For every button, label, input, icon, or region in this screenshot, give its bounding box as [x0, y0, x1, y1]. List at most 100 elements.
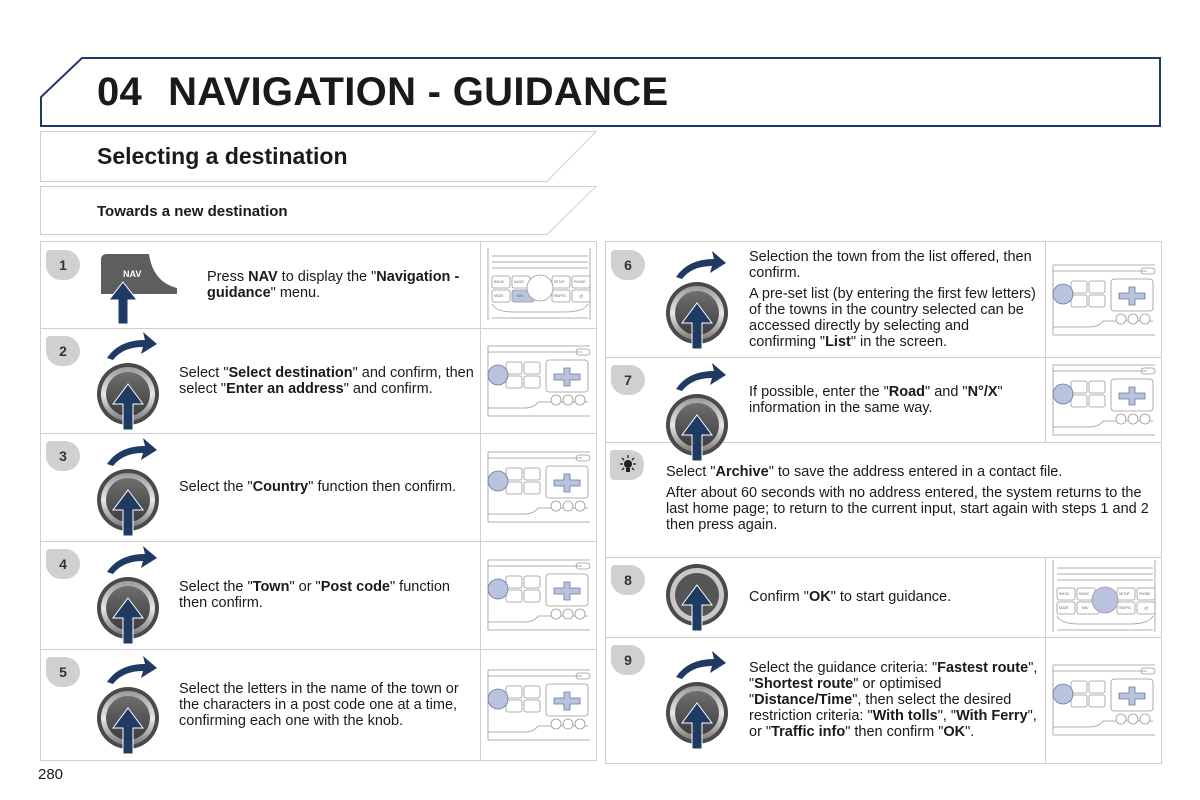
instruction-paragraph: Select the letters in the name of the to… [179, 681, 479, 729]
svg-text:RADIO: RADIO [494, 280, 505, 284]
instruction-paragraph: After about 60 seconds with no address e… [666, 485, 1156, 533]
text-run: to display the [277, 269, 372, 285]
step-number-badge: 3 [46, 441, 80, 471]
instruction-paragraph: Select "Archive" to save the address ent… [666, 464, 1156, 480]
text-run: Select the letters in the name of the to… [179, 681, 459, 729]
svg-text:MUSIC: MUSIC [1079, 592, 1090, 596]
svg-text:MODE: MODE [494, 294, 504, 298]
emphasized-term: Fastest route [937, 660, 1029, 676]
instruction-paragraph: Select "Select destination" and confirm,… [179, 365, 479, 397]
emphasized-term: Road [888, 384, 926, 400]
text-run: " to start guidance. [830, 589, 952, 605]
text-run: Select " [666, 464, 716, 480]
emphasized-term: Select destination [228, 365, 353, 381]
step-instruction: Selection the town from the list offered… [749, 249, 1039, 350]
svg-text:↺: ↺ [1144, 606, 1148, 612]
emphasized-term: OK [943, 724, 966, 740]
instruction-paragraph: A pre-set list (by entering the first fe… [749, 286, 1039, 350]
svg-text:SETUP: SETUP [554, 280, 565, 284]
svg-text:NAV: NAV [1082, 606, 1089, 610]
radio-panel-knob-press-icon: RADIO MUSIC SETUP PHONE MODE NAV TRAFFIC ↺ [1049, 556, 1159, 641]
step-row: 7 If possible, enter the "Road" and "N°/… [606, 357, 1161, 462]
instruction-paragraph: Confirm "OK" to start guidance. [749, 589, 1039, 605]
step-row: 3 Select the "Country" function then con… [41, 433, 596, 542]
step-instruction: Select the letters in the name of the to… [179, 681, 479, 729]
step-number-badge: 5 [46, 657, 80, 687]
text-run: Selection the town from the list offered… [749, 249, 1032, 281]
text-run: " or " [289, 579, 321, 595]
step-row: 8 Confirm "OK" to start guidance. RADIO … [606, 557, 1161, 638]
svg-text:PHONE: PHONE [574, 280, 585, 284]
radio-panel-knob-highlight-icon [484, 446, 596, 533]
text-run: Select the guidance criteria: " [749, 660, 938, 676]
text-run: " in the screen. [850, 334, 948, 350]
chapter-number: 04 [97, 70, 143, 114]
emphasized-term: Traffic info [771, 724, 846, 740]
radio-unit-illustration: RADIO MUSIC SETUP PHONE MODE NAV TRAFFIC ↺ [1045, 557, 1161, 637]
instruction-paragraph: Select the guidance criteria: "Fastest r… [749, 660, 1039, 740]
radio-unit-illustration [480, 541, 596, 649]
nav-button-label: NAV [123, 269, 141, 279]
step-instruction: Press NAV to display the "Navigation - g… [207, 269, 467, 301]
emphasized-term: List [825, 334, 851, 350]
svg-text:TRAFFIC: TRAFFIC [553, 294, 567, 298]
emphasized-term: Archive [715, 464, 769, 480]
text-run: " function then confirm. [308, 479, 457, 495]
emphasized-term: Country [252, 479, 309, 495]
step-row: 6 Selection the town from the list offer… [606, 242, 1161, 358]
emphasized-term: Enter an address [226, 381, 344, 397]
text-run: ". [965, 724, 975, 740]
step-number-badge: 8 [611, 565, 645, 595]
step-instruction: If possible, enter the "Road" and "N°/X"… [749, 384, 1039, 416]
rotary-knob-icon [95, 540, 165, 655]
step-row: 4 Select the "Town" or "Post code" funct… [41, 541, 596, 650]
emphasized-term: N°/X [967, 384, 998, 400]
text-run: " then confirm " [845, 724, 944, 740]
text-run: Press [207, 269, 249, 285]
step-row: 2 Select "Select destination" and confir… [41, 328, 596, 434]
radio-panel-knob-highlight-icon [484, 664, 596, 751]
step-number-badge: 1 [46, 250, 80, 280]
step-instruction: Select the "Town" or "Post code" functio… [179, 579, 479, 611]
steps-panel-left: 1 NAV Press NAV to display the "Navigati… [40, 241, 597, 761]
radio-unit-illustration: RADIO MUSIC SETUP PHONE MODE NAV TRAFFIC ↺ [480, 242, 596, 328]
text-run: " to save the address entered in a conta… [768, 464, 1063, 480]
section-title: Selecting a destination [97, 143, 348, 169]
svg-text:NAV: NAV [517, 294, 524, 298]
svg-text:RADIO: RADIO [1059, 592, 1070, 596]
step-instruction: Select the "Country" function then confi… [179, 479, 479, 495]
step-number-badge: 7 [611, 365, 645, 395]
tip-row: Select "Archive" to save the address ent… [606, 442, 1161, 558]
text-run: Select the " [179, 479, 253, 495]
emphasized-term: With tolls [872, 708, 938, 724]
text-run: ", " [937, 708, 957, 724]
text-run: Select " [179, 365, 229, 381]
page-number: 280 [38, 766, 64, 783]
step-number-badge: 2 [46, 336, 80, 366]
instruction-paragraph: Selection the town from the list offered… [749, 249, 1039, 281]
rotary-knob-icon [664, 245, 734, 360]
svg-text:MUSIC: MUSIC [514, 280, 525, 284]
step-row: 9 Select the guidance criteria: "Fastest… [606, 637, 1161, 763]
radio-unit-illustration [1045, 637, 1161, 763]
rotary-knob-icon [664, 645, 734, 760]
instruction-paragraph: Press NAV to display the "Navigation - g… [207, 269, 467, 301]
rotary-knob-icon [95, 326, 165, 441]
radio-panel-knob-highlight-icon [484, 340, 596, 427]
step-row: 1 NAV Press NAV to display the "Navigati… [41, 242, 596, 329]
text-run: " menu. [270, 285, 321, 301]
instruction-paragraph: If possible, enter the "Road" and "N°/X"… [749, 384, 1039, 416]
text-run: Select the " [179, 579, 253, 595]
svg-text:TRAFFIC: TRAFFIC [1118, 606, 1132, 610]
emphasized-term: With Ferry [956, 708, 1028, 724]
instruction-paragraph: Select the "Country" function then confi… [179, 479, 479, 495]
svg-text:↺: ↺ [579, 294, 583, 300]
radio-panel-knob-highlight-icon [484, 554, 596, 641]
step-row: 5 Select the letters in the name of the … [41, 649, 596, 760]
emphasized-term: Town [252, 579, 290, 595]
step-instruction: Select the guidance criteria: "Fastest r… [749, 660, 1039, 740]
step-number-badge: 6 [611, 250, 645, 280]
radio-panel-nav-highlight-icon: RADIO MUSIC SETUP PHONE MODE NAV TRAFFIC ↺ [484, 244, 594, 329]
chapter-title: 04 NAVIGATION - GUIDANCE [97, 70, 668, 115]
text-run: " and confirm. [343, 381, 433, 397]
